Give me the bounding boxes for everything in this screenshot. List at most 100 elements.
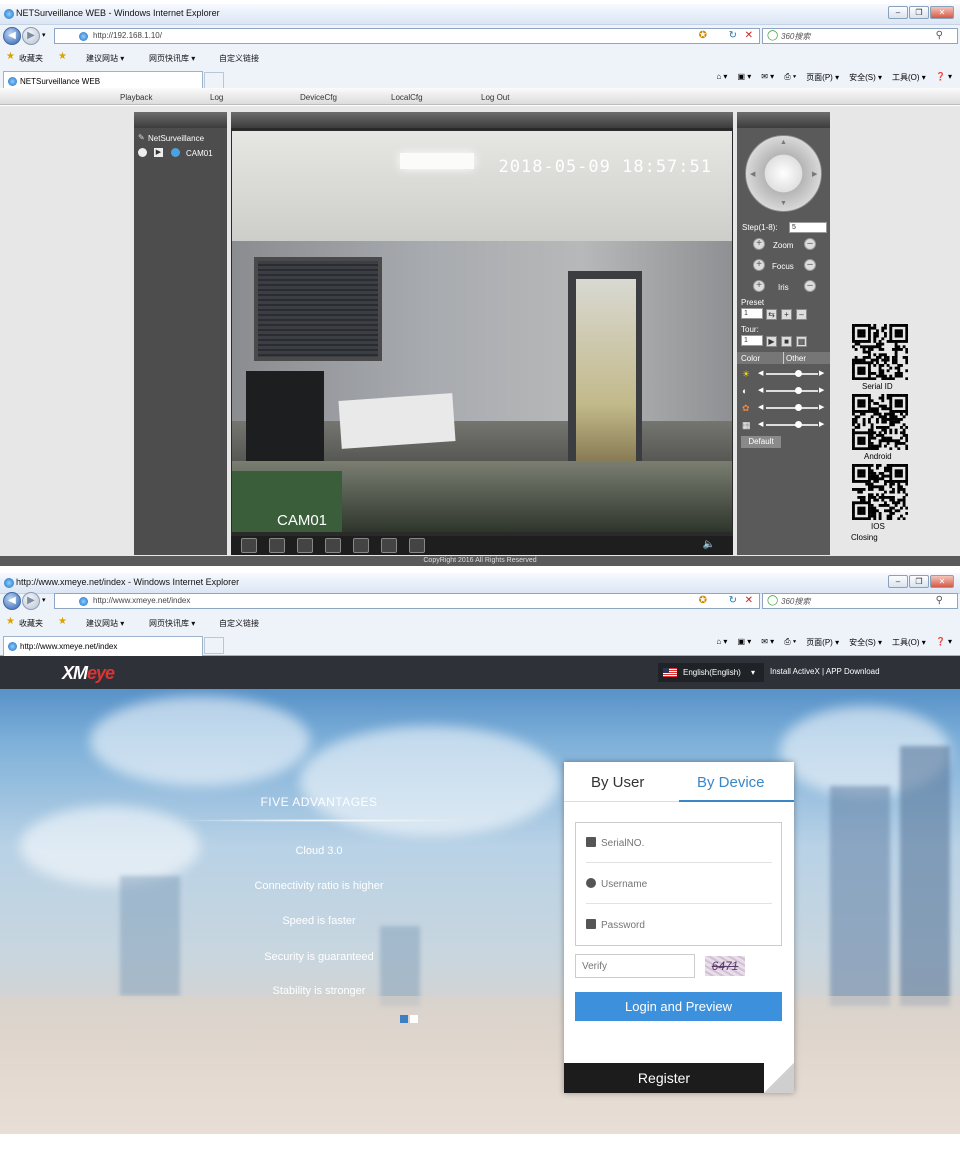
iris-out-icon[interactable]: – bbox=[804, 280, 816, 292]
iris-in-icon[interactable]: + bbox=[753, 280, 765, 292]
username-field[interactable] bbox=[586, 864, 772, 904]
carousel-dots[interactable] bbox=[400, 1015, 420, 1025]
contrast-slider[interactable] bbox=[766, 387, 818, 394]
header-links[interactable]: Install ActiveX | APP Download bbox=[770, 667, 880, 676]
step-select[interactable]: 5 bbox=[789, 222, 827, 233]
new-tab-button[interactable] bbox=[204, 72, 224, 89]
menu-playback[interactable]: Playback bbox=[120, 93, 152, 102]
single-view-icon[interactable] bbox=[269, 538, 285, 553]
search-icon[interactable]: ⚲ bbox=[936, 30, 943, 41]
minimize-button[interactable]: – bbox=[888, 575, 908, 588]
focus-in-icon[interactable]: + bbox=[753, 259, 765, 271]
closing-link[interactable]: Closing bbox=[851, 533, 878, 542]
tour-grid-icon[interactable]: ▦ bbox=[796, 336, 807, 347]
minimize-button[interactable]: – bbox=[888, 6, 908, 19]
username-input[interactable] bbox=[601, 876, 761, 892]
preset-select[interactable]: 1 bbox=[741, 308, 763, 319]
search-icon[interactable]: ⚲ bbox=[936, 595, 943, 606]
home-icon[interactable]: ⌂ ▾ bbox=[716, 72, 727, 83]
favorites-button[interactable]: 收藏夹 bbox=[19, 618, 43, 629]
saturation-slider[interactable] bbox=[766, 404, 818, 411]
ptz-direction-pad[interactable]: ▲ ▼ ◀ ▶ bbox=[745, 135, 822, 212]
search-box[interactable]: ◯ 360搜索 ⚲ bbox=[762, 28, 958, 44]
focus-out-icon[interactable]: – bbox=[804, 259, 816, 271]
mail-icon[interactable]: ✉ ▾ bbox=[761, 72, 774, 83]
preset-add-icon[interactable]: + bbox=[781, 309, 792, 320]
preset-call-icon[interactable]: ⇆ bbox=[766, 309, 777, 320]
home-icon[interactable]: ⌂ ▾ bbox=[716, 637, 727, 648]
refresh-icon[interactable]: ↻ bbox=[729, 30, 737, 41]
brightness-slider[interactable] bbox=[766, 370, 818, 377]
play-icon[interactable]: ▶ bbox=[154, 148, 163, 157]
page-menu[interactable]: 页面(P) ▾ bbox=[806, 72, 839, 83]
tour-select[interactable]: 1 bbox=[741, 335, 763, 346]
serial-input[interactable] bbox=[601, 835, 761, 851]
custom-links[interactable]: 自定义链接 bbox=[219, 53, 259, 64]
help-menu[interactable]: ❓ ▾ bbox=[936, 637, 952, 648]
safety-menu[interactable]: 安全(S) ▾ bbox=[849, 637, 882, 648]
tab-color[interactable]: Color bbox=[741, 354, 760, 363]
tour-stop-icon[interactable]: ■ bbox=[781, 336, 792, 347]
record-button-icon[interactable] bbox=[325, 538, 341, 553]
web-slice-gallery[interactable]: 网页快讯库 ▾ bbox=[149, 53, 195, 64]
capture-icon[interactable] bbox=[297, 538, 313, 553]
print-icon[interactable]: ⎙ ▾ bbox=[784, 637, 796, 648]
camera-item[interactable]: CAM01 bbox=[186, 149, 213, 158]
forward-icon[interactable]: ▶ bbox=[22, 592, 40, 610]
tour-play-icon[interactable]: ▶ bbox=[766, 336, 777, 347]
password-input[interactable] bbox=[601, 917, 761, 933]
history-dropdown-icon[interactable]: ▾ bbox=[42, 31, 46, 39]
help-menu[interactable]: ❓ ▾ bbox=[936, 72, 952, 83]
compat-icon[interactable]: ✪ bbox=[699, 595, 707, 606]
tools-menu[interactable]: 工具(O) ▾ bbox=[892, 637, 926, 648]
tree-root[interactable]: NetSurveillance bbox=[148, 134, 204, 143]
zoom-in-icon[interactable]: + bbox=[753, 238, 765, 250]
add-favorite-icon[interactable]: ★ bbox=[58, 616, 67, 627]
captcha-image[interactable]: 6471 bbox=[705, 956, 745, 976]
qr-corner-icon[interactable] bbox=[764, 1063, 794, 1093]
menu-logout[interactable]: Log Out bbox=[481, 93, 509, 102]
compat-icon[interactable]: ✪ bbox=[699, 30, 707, 41]
tab-other[interactable]: Other bbox=[786, 354, 806, 363]
menu-devicecfg[interactable]: DeviceCfg bbox=[300, 93, 337, 102]
preset-remove-icon[interactable]: – bbox=[796, 309, 807, 320]
restore-button[interactable]: ❐ bbox=[909, 6, 929, 19]
suggested-sites[interactable]: 建议网站 ▾ bbox=[86, 618, 124, 629]
search-box-2[interactable]: ◯ 360搜索 ⚲ bbox=[762, 593, 958, 609]
browser-tab-2[interactable]: http://www.xmeye.net/index bbox=[3, 636, 203, 656]
close-button[interactable]: ✕ bbox=[930, 575, 954, 588]
fullscreen-icon[interactable] bbox=[241, 538, 257, 553]
feeds-icon[interactable]: ▣ ▾ bbox=[737, 72, 751, 83]
web-slice-gallery[interactable]: 网页快讯库 ▾ bbox=[149, 618, 195, 629]
history-dropdown-icon[interactable]: ▾ bbox=[42, 596, 46, 604]
password-field[interactable] bbox=[586, 905, 772, 945]
mail-icon[interactable]: ✉ ▾ bbox=[761, 637, 774, 648]
forward-icon[interactable]: ▶ bbox=[22, 27, 40, 45]
record-icon[interactable] bbox=[138, 148, 147, 157]
address-bar-2[interactable]: http://www.xmeye.net/index ✪ ↻ ✕ bbox=[54, 593, 760, 609]
default-button[interactable]: Default bbox=[741, 436, 781, 448]
menu-localcfg[interactable]: LocalCfg bbox=[391, 93, 423, 102]
zoom-out-icon[interactable]: – bbox=[804, 238, 816, 250]
language-select[interactable]: English(English) ▾ bbox=[658, 663, 764, 682]
register-button[interactable]: Register bbox=[564, 1063, 764, 1093]
xmeye-logo[interactable]: XMeye bbox=[62, 663, 115, 684]
new-tab-button[interactable] bbox=[204, 637, 224, 654]
restore-button[interactable]: ❐ bbox=[909, 575, 929, 588]
custom-links[interactable]: 自定义链接 bbox=[219, 618, 259, 629]
tools-menu[interactable]: 工具(O) ▾ bbox=[892, 72, 926, 83]
talk-icon[interactable] bbox=[381, 538, 397, 553]
tab-by-device[interactable]: By Device bbox=[697, 774, 765, 791]
login-preview-button[interactable]: Login and Preview bbox=[575, 992, 782, 1021]
stop-icon[interactable]: ✕ bbox=[745, 595, 753, 606]
hue-slider[interactable] bbox=[766, 421, 818, 428]
suggested-sites[interactable]: 建议网站 ▾ bbox=[86, 53, 124, 64]
print-icon[interactable]: ⎙ ▾ bbox=[784, 72, 796, 83]
back-icon[interactable]: ◀ bbox=[3, 27, 21, 45]
add-favorite-icon[interactable]: ★ bbox=[58, 51, 67, 62]
camera-feed[interactable]: 2018-05-09 18:57:51 CAM01 bbox=[232, 131, 732, 532]
stop-icon[interactable]: ✕ bbox=[745, 30, 753, 41]
menu-log[interactable]: Log bbox=[210, 93, 223, 102]
tab-by-user[interactable]: By User bbox=[591, 774, 644, 791]
page-menu[interactable]: 页面(P) ▾ bbox=[806, 637, 839, 648]
